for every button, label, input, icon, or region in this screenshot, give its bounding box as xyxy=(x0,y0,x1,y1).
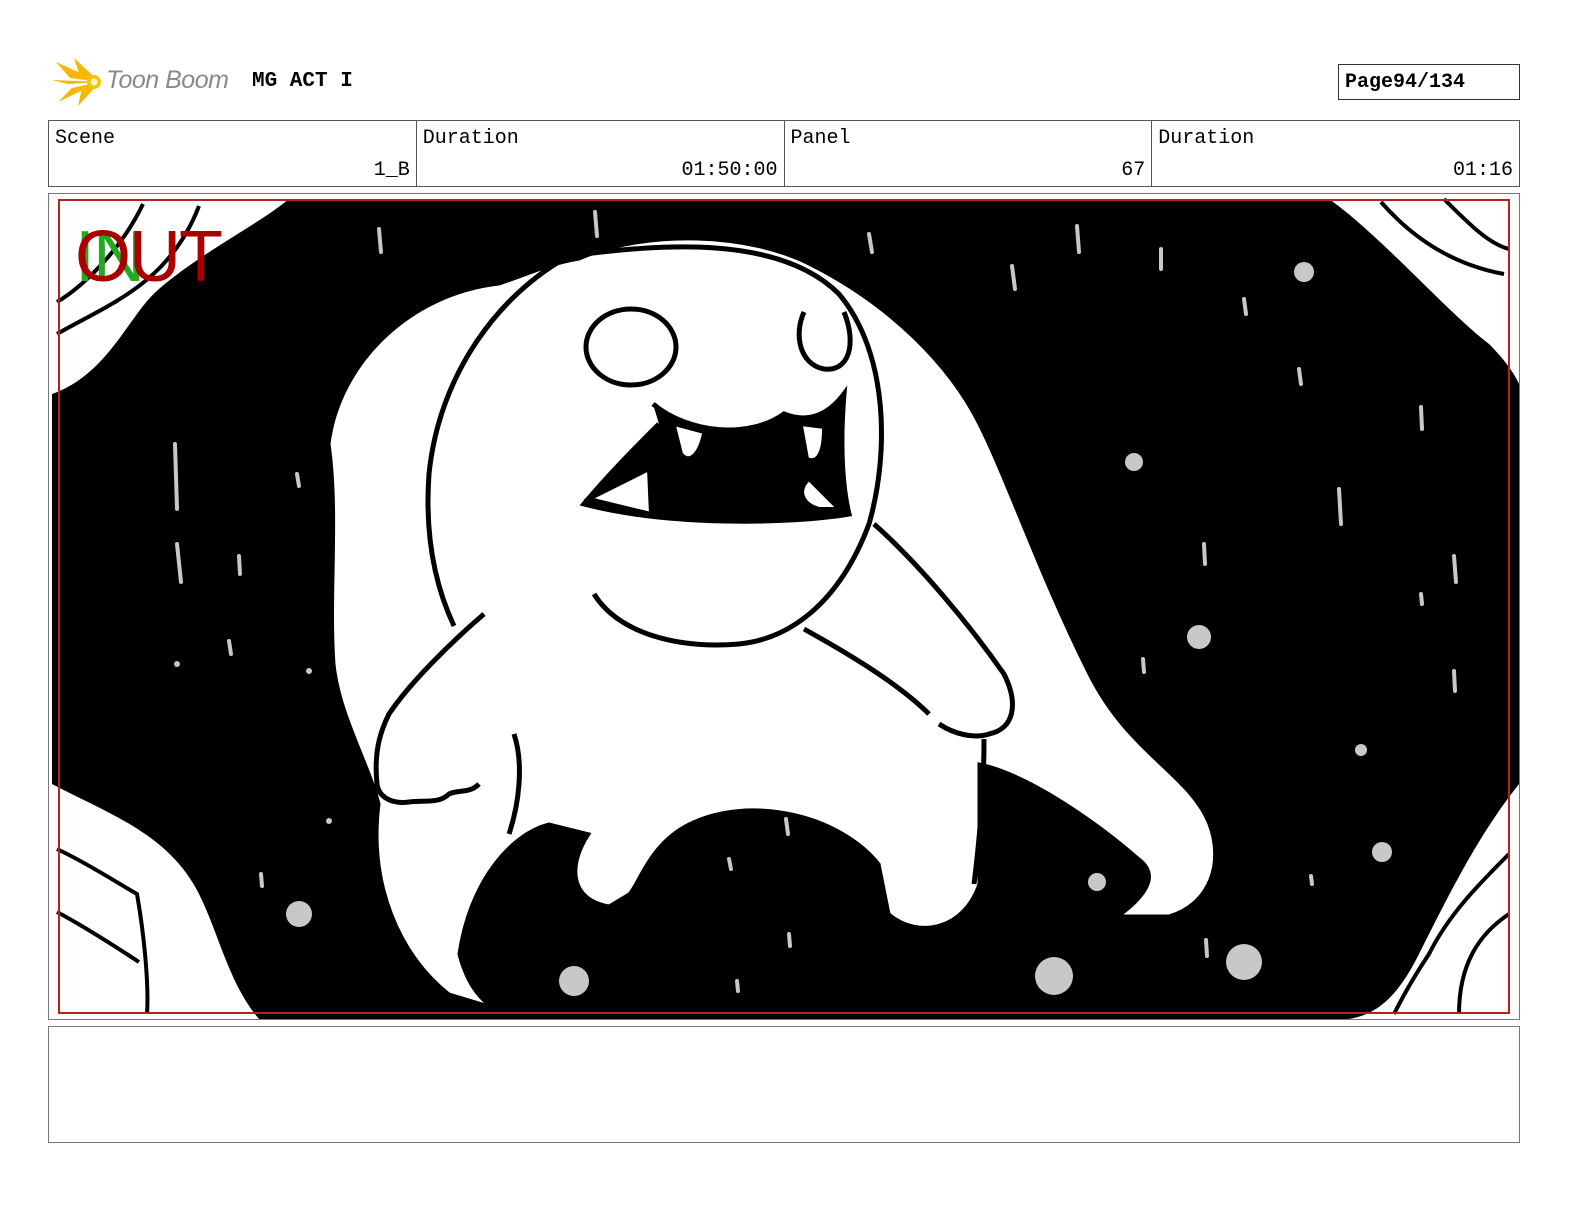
panel-image-frame: IN OUT xyxy=(48,193,1520,1020)
creature-left-eye xyxy=(583,306,679,388)
panel-duration-label: Duration xyxy=(1158,127,1255,150)
notes-box[interactable] xyxy=(48,1026,1520,1143)
panel-cell: Panel 67 xyxy=(785,121,1153,186)
panel-duration-cell: Duration 01:16 xyxy=(1152,121,1519,186)
panel-drawing xyxy=(52,197,1519,1019)
scene-duration-value: 01:50:00 xyxy=(681,159,778,182)
logo-text: Toon Boom xyxy=(106,66,229,94)
starburst-icon xyxy=(52,58,101,106)
out-marker: OUT xyxy=(75,217,223,297)
storyboard-header: Toon Boom MG ACT I Page 94/134 xyxy=(48,56,1520,108)
page-number: 94/134 xyxy=(1393,70,1466,94)
scene-cell: Scene 1_B xyxy=(49,121,417,186)
panel-label: Panel xyxy=(790,127,851,150)
panel-value: 67 xyxy=(1121,159,1146,182)
project-title: MG ACT I xyxy=(252,70,353,93)
scene-duration-label: Duration xyxy=(422,127,519,150)
panel-duration-value: 01:16 xyxy=(1452,159,1513,182)
panel-info-table: Scene 1_B Duration 01:50:00 Panel 67 Dur… xyxy=(48,120,1520,187)
toon-boom-logo: Toon Boom xyxy=(50,56,240,108)
page-label: Page xyxy=(1345,70,1394,94)
scene-value: 1_B xyxy=(373,159,410,182)
creature-right-eye xyxy=(796,310,853,372)
in-out-marker: IN OUT xyxy=(75,217,245,297)
page-indicator: Page 94/134 xyxy=(1338,64,1520,100)
scene-label: Scene xyxy=(55,127,116,150)
scene-duration-cell: Duration 01:50:00 xyxy=(417,121,785,186)
